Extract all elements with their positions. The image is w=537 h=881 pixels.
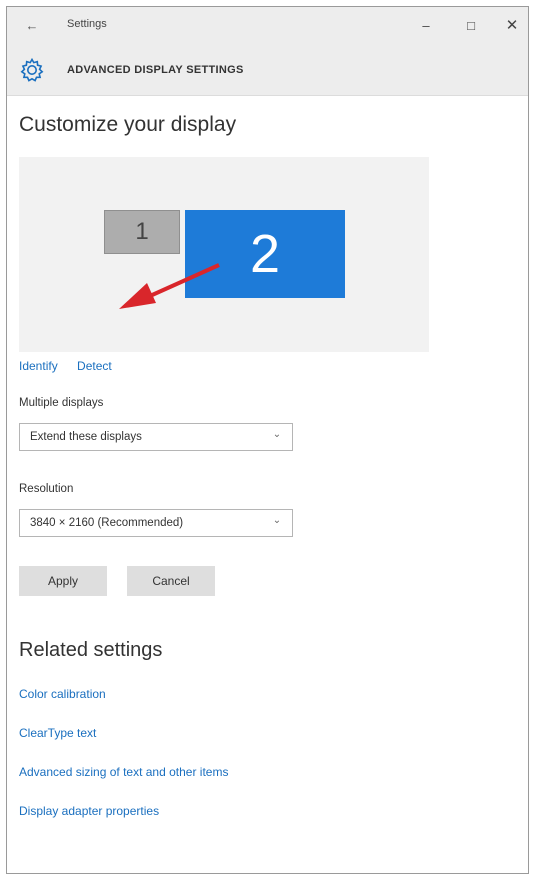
color-calibration-link[interactable]: Color calibration [19,687,106,701]
close-button[interactable]: ✕ [498,15,526,37]
resolution-label: Resolution [19,483,74,495]
monitor-2[interactable]: 2 [185,210,345,298]
settings-window: ← Settings – □ ✕ ADVANCED DISPLAY SETTIN… [6,6,529,874]
detect-link[interactable]: Detect [77,359,112,373]
back-arrow-icon[interactable]: ← [21,16,43,36]
header-title: ADVANCED DISPLAY SETTINGS [67,64,244,76]
resolution-value: 3840 × 2160 (Recommended) [30,517,184,529]
monitor-1[interactable]: 1 [104,210,180,254]
multiple-displays-select[interactable]: Extend these displays ⌄ [19,423,293,451]
page-header: ADVANCED DISPLAY SETTINGS [7,45,528,96]
apply-button[interactable]: Apply [19,566,107,596]
title-bar: ← Settings – □ ✕ [7,7,528,45]
identify-link[interactable]: Identify [19,359,58,373]
multiple-displays-label: Multiple displays [19,397,104,409]
chevron-down-icon: ⌄ [272,515,282,526]
identify-detect-links: Identify Detect [19,359,128,373]
gear-icon [20,57,44,82]
maximize-button[interactable]: □ [457,15,485,37]
minimize-button[interactable]: – [412,15,440,37]
advanced-sizing-link[interactable]: Advanced sizing of text and other items [19,765,228,779]
related-settings-heading: Related settings [19,639,163,661]
cancel-button[interactable]: Cancel [127,566,215,596]
multiple-displays-value: Extend these displays [30,431,142,443]
window-title: Settings [67,18,107,30]
chevron-down-icon: ⌄ [272,429,282,440]
cleartype-text-link[interactable]: ClearType text [19,726,96,740]
page-title: Customize your display [19,113,237,136]
display-arrangement[interactable]: 1 2 [19,157,429,352]
resolution-select[interactable]: 3840 × 2160 (Recommended) ⌄ [19,509,293,537]
display-adapter-properties-link[interactable]: Display adapter properties [19,804,159,818]
